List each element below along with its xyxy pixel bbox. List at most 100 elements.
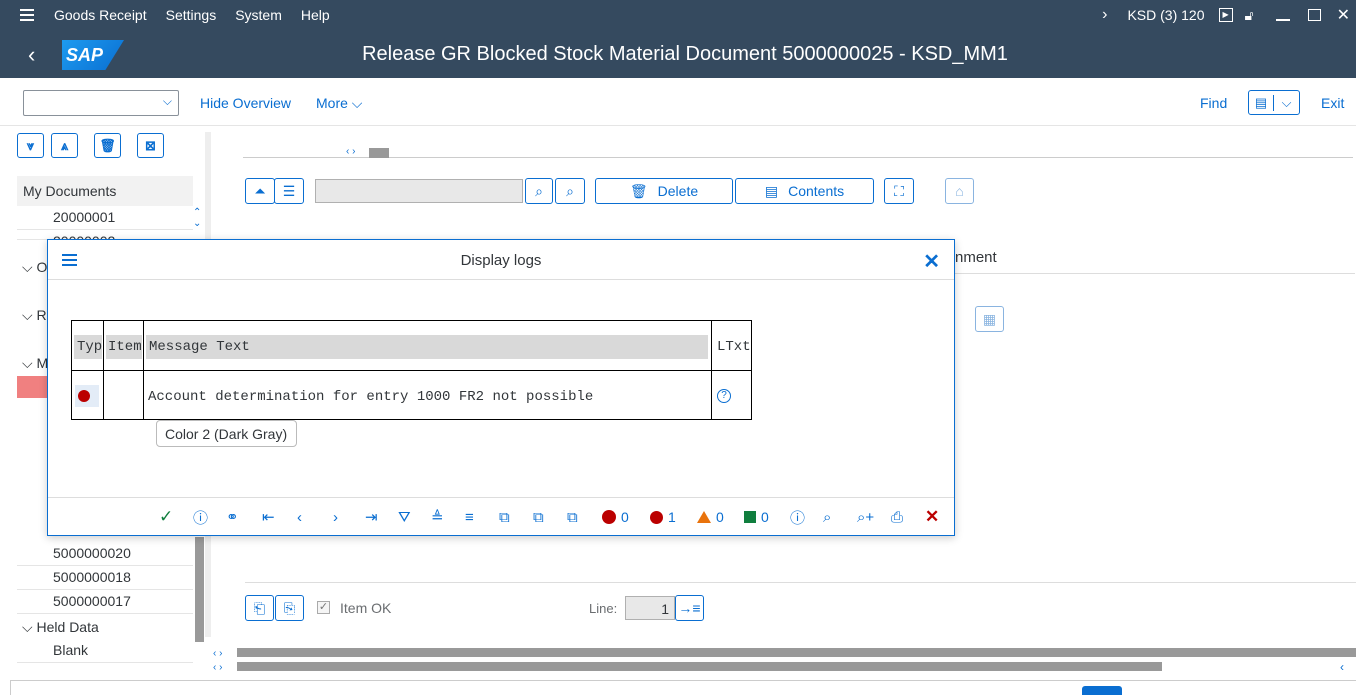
play-icon[interactable]: ▶ [1218,8,1233,22]
menu-settings[interactable]: Settings [166,7,217,23]
search-icon[interactable]: ⌕ [823,507,831,527]
error-filter[interactable]: 1 [650,507,676,527]
sidebar-scrollbar[interactable] [195,537,204,642]
tooltip: Color 2 (Dark Gray) [156,420,297,447]
scroll-left-right-icon[interactable]: ‹ › [346,146,355,157]
column-header-ltxt[interactable]: LTxt [714,335,751,359]
my-documents-header: My Documents [17,176,193,206]
tree-node[interactable]: ⌵ O [22,259,47,276]
warning-count: 0 [716,509,724,525]
next-item-icon[interactable]: ⎘ [275,595,304,621]
print-icon[interactable]: ⎙ [891,507,903,527]
list-item[interactable]: 5000000017 [17,590,193,614]
search-next-icon[interactable]: ⌕ [555,178,585,204]
exit-button[interactable]: Exit [1321,95,1344,111]
column-header-item[interactable]: Item [106,335,142,359]
expand-all-icon[interactable]: ⩔ [17,133,44,158]
tree-node-held-data[interactable]: ⌵ Held Data [22,619,99,636]
delete-button[interactable]: 🗑︎ Delete [595,178,733,204]
toolbar: ⌵ Hide Overview More ⌵ Find ▤ ⌵ Exit [0,78,1356,126]
status-bar [10,680,1356,695]
scroll-left-right-icon[interactable]: ‹ › [213,648,222,659]
collapse-all-icon[interactable]: ⩓ [51,133,78,158]
divider [955,273,1355,274]
filter-icon[interactable]: ☰ [274,178,304,204]
filter-icon[interactable]: ⛛ [398,507,411,527]
check-icon[interactable]: ✓ [159,507,173,527]
close-icon[interactable]: ✕ [923,249,940,274]
dialog-header: Display logs ✕ [48,240,954,280]
success-icon [744,511,756,523]
row-selection[interactable] [75,385,99,407]
grid-scrollbar[interactable] [369,148,389,158]
maximize-icon[interactable] [1307,9,1321,21]
document-icon: ▤ [764,182,779,199]
list-item[interactable]: 20000001 [17,206,193,230]
previous-page-icon[interactable]: ‹ [297,507,302,527]
home-icon[interactable]: ⌂ [945,178,974,204]
horizontal-scrollbar[interactable] [237,662,1162,671]
search-next-icon[interactable]: ⌕+ [857,507,874,527]
sort-descending-icon[interactable]: ≡ [465,507,474,527]
layout-icon[interactable]: ▦ [975,306,1004,332]
line-label: Line: [589,601,618,616]
next-page-icon[interactable]: › [333,507,338,527]
go-to-line-icon[interactable]: →≡ [675,595,704,621]
dialog-title: Display logs [460,252,542,269]
close-box-icon[interactable]: ⊠ [137,133,164,158]
column-header-message[interactable]: Message Text [146,335,708,359]
hide-overview-button[interactable]: Hide Overview [200,95,291,111]
contents-button[interactable]: ▤ Contents [735,178,874,204]
log-message[interactable]: Account determination for entry 1000 FR2… [148,389,593,405]
trash-icon[interactable]: 🗑︎ [94,133,121,158]
search-input[interactable] [315,179,523,203]
scroll-left-right-icon[interactable]: ‹ › [213,662,222,673]
status-button[interactable] [1082,686,1122,695]
tree-node[interactable]: ⌵ M [22,355,48,372]
copy-icon[interactable]: ⧉ [499,507,510,527]
menu-system[interactable]: System [235,7,282,23]
sort-ascending-icon[interactable]: ≜ [431,507,444,527]
list-item[interactable]: Blank [17,639,193,663]
cancel-icon[interactable]: ✕ [925,507,939,527]
scroll-left-icon[interactable]: ‹ [1340,660,1344,674]
dialog-footer-toolbar: ✓ ⓘ ⚭ ⇤ ‹ › ⇥ ⛛ ≜ ≡ ⧉ ⧉ ⧉ 0 1 0 0 ⓘ ⌕ ⌕+… [48,497,954,535]
find-button[interactable]: Find [1200,95,1227,111]
list-item[interactable]: 5000000018 [17,566,193,590]
column-header-typ[interactable]: Typ [74,335,102,359]
info-icon[interactable]: ⓘ [790,507,805,527]
item-ok-label: Item OK [340,600,392,616]
line-input[interactable]: 1 [625,596,675,620]
last-page-icon[interactable]: ⇥ [365,507,378,527]
binoculars-icon[interactable]: ⚭ [226,507,239,527]
collapse-icon[interactable]: ⏶ [245,178,275,204]
minimize-icon[interactable] [1275,19,1290,21]
stop-filter[interactable]: 0 [602,507,629,527]
first-page-icon[interactable]: ⇤ [262,507,275,527]
list-item[interactable]: 5000000020 [17,542,193,566]
unlock-icon[interactable]: 🔓︎ [1245,7,1254,24]
help-icon[interactable]: ⓘ [193,507,208,527]
menu-goods-receipt[interactable]: Goods Receipt [54,7,147,23]
screen-icon: ▤ [1249,94,1275,111]
success-filter[interactable]: 0 [744,507,769,527]
scroll-arrows[interactable]: ⌃ ⌄ [193,207,205,229]
fullscreen-icon[interactable]: ⛶ [884,178,914,204]
page-title: Release GR Blocked Stock Material Docume… [362,43,1008,65]
tab-label-partial: nment [955,249,997,266]
document-select[interactable]: ⌵ [23,90,179,116]
more-button[interactable]: More ⌵ [316,95,362,112]
display-variant-button[interactable]: ▤ ⌵ [1248,90,1300,115]
menu-help[interactable]: Help [301,7,330,23]
help-icon[interactable]: ? [717,389,731,403]
search-icon[interactable]: ⌕ [525,178,553,204]
copy-icon[interactable]: ⧉ [533,507,544,527]
warning-filter[interactable]: 0 [697,507,724,527]
close-window-icon[interactable]: ✕ [1337,5,1350,25]
item-ok-checkbox[interactable]: ✓ [317,601,330,614]
chevron-right-icon[interactable]: › [1102,6,1107,24]
copy-icon[interactable]: ⧉ [567,507,578,527]
previous-item-icon[interactable]: ⎗ [245,595,274,621]
hamburger-menu-icon[interactable] [20,9,34,21]
horizontal-scrollbar[interactable] [237,648,1356,657]
